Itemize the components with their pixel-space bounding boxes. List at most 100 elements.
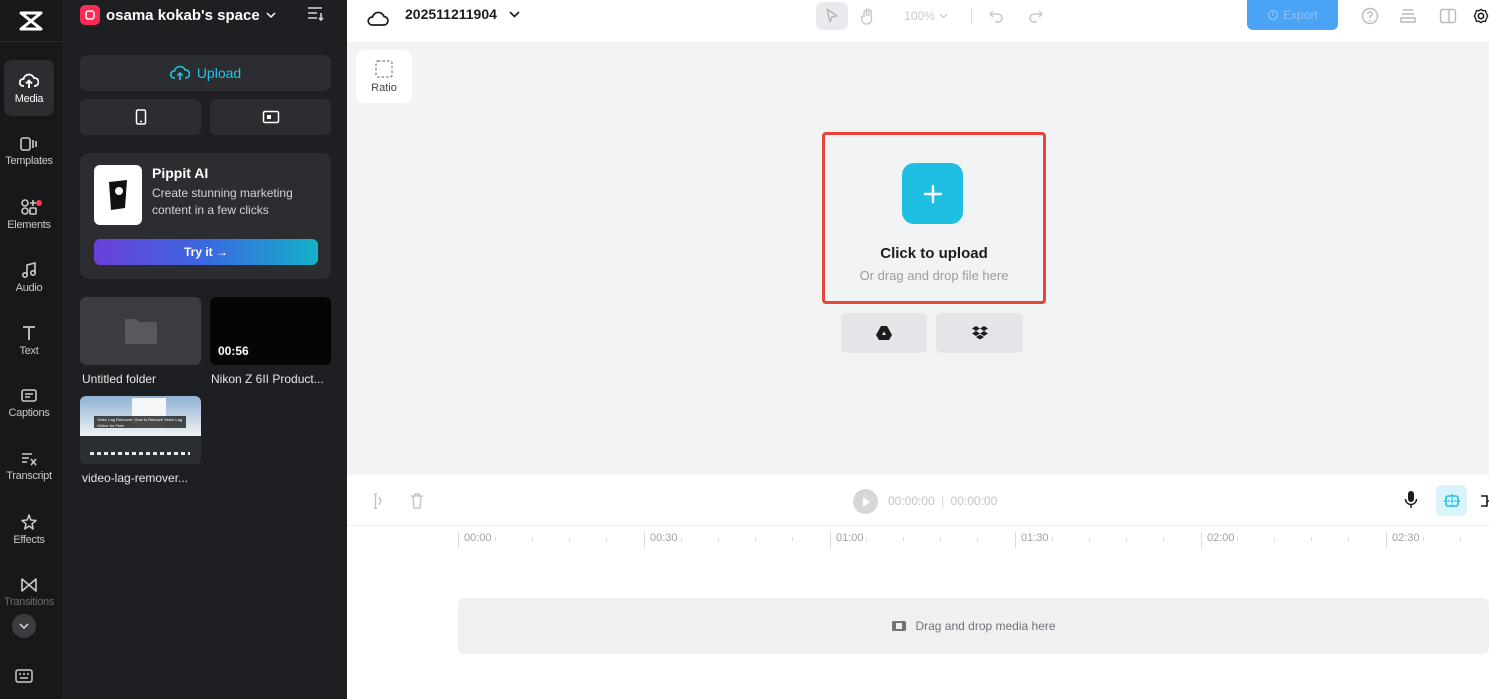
media-tile-video[interactable]: 00:56 [210,297,331,365]
dropbox-button[interactable] [936,313,1023,353]
more-tools-button[interactable] [12,614,36,638]
gear-icon [1473,8,1489,24]
ruler-label: 01:30 [1015,532,1049,548]
ruler-minor-tick [1162,537,1164,541]
space-switcher[interactable]: osama kokab's space [80,3,276,27]
stack-icon [1400,9,1416,23]
trash-icon [411,493,423,509]
layout-button[interactable] [1437,2,1459,30]
sidebar-item-transcript[interactable]: Transcript [4,438,54,494]
sidebar-item-label: Text [19,344,39,357]
upload-title: Click to upload [880,245,988,262]
ruler-minor-tick [1348,537,1350,541]
ruler-minor-tick [1459,537,1461,541]
undo-button[interactable] [985,2,1007,30]
sidebar-item-audio[interactable]: Audio [4,249,54,305]
hand-tool-button[interactable] [855,2,881,30]
promo-title: Pippit AI [152,165,209,181]
screen-record-icon [262,110,279,124]
ruler-minor-tick [680,537,682,541]
ruler-minor-tick [532,537,534,541]
toolbar-divider [971,8,972,24]
thumbnail-caption: Video Lag Remover: How to Remove Video L… [94,416,186,428]
transitions-icon [21,577,37,592]
media-panel: osama kokab's space Upload Pippit AI Cre… [62,0,347,699]
effects-icon [21,513,37,530]
chevron-down-icon [19,623,29,629]
ruler-minor-tick [1422,537,1424,541]
upload-dropzone[interactable]: Click to upload Or drag and drop file he… [822,132,1046,304]
split-icon [374,493,382,509]
ruler-minor-tick [717,537,719,541]
ruler-minor-tick [1274,537,1276,541]
keyboard-shortcuts-button[interactable] [14,668,34,689]
add-media-button[interactable] [902,163,963,224]
panel-menu-button[interactable] [306,5,326,28]
sidebar-item-text[interactable]: Text [4,312,54,368]
sidebar-item-effects[interactable]: Effects [4,501,54,557]
zoom-dropdown[interactable]: 100% [899,2,953,30]
link-clips-button[interactable] [1479,492,1489,515]
ruler-label: 02:30 [1386,532,1420,548]
timeline-drop-zone[interactable]: Drag and drop media here [458,598,1489,654]
sidebar-item-elements[interactable]: Elements [4,186,54,242]
settings-button[interactable] [1473,2,1489,30]
space-name: osama kokab's space [106,6,260,24]
ruler-minor-tick [791,537,793,541]
timecode: 00:00:00 | 00:00:00 [888,494,998,508]
timeline-toolbar: 00:00:00 | 00:00:00 [347,475,1489,526]
select-tool-button[interactable] [816,2,848,30]
sidebar-item-label: Audio [15,281,43,294]
export-button[interactable]: Export [1247,0,1338,30]
ruler-minor-tick [977,537,979,541]
music-note-icon [21,261,37,278]
zoom-level: 100% [904,9,935,23]
video-duration: 00:56 [218,344,249,358]
link-icon [1481,495,1489,507]
microphone-icon [1404,491,1418,508]
sidebar-item-media[interactable]: Media [4,60,54,116]
chevron-down-icon[interactable] [509,11,520,18]
split-button[interactable] [369,492,385,515]
sidebar-item-templates[interactable]: Templates [4,123,54,179]
ruler-minor-tick [866,537,868,541]
chevron-down-icon [939,13,948,19]
sidebar-item-label: Media [14,92,44,105]
layers-button[interactable] [1397,2,1419,30]
current-time: 00:00:00 [888,494,935,508]
text-icon [23,325,35,340]
cloud-upload-icon [169,65,190,80]
try-it-button[interactable]: Try it → [94,239,318,265]
ruler-minor-tick [1088,537,1090,541]
sidebar-item-captions[interactable]: Captions [4,375,54,431]
promo-description: Create stunning marketing content in a f… [152,186,293,217]
ruler-minor-tick [1237,537,1239,541]
upload-button[interactable]: Upload [80,55,331,91]
upload-from-phone-button[interactable] [80,99,201,135]
google-drive-button[interactable] [841,313,927,353]
canvas-area: Ratio Click to upload Or drag and drop f… [347,42,1489,475]
ruler-minor-tick [1051,537,1053,541]
delete-button[interactable] [409,492,425,515]
capcut-logo[interactable] [0,0,62,42]
media-name: video-lag-remover... [82,471,189,485]
media-tile-video[interactable]: Video Lag Remover: How to Remove Video L… [80,396,201,464]
record-voice-button[interactable] [1403,490,1419,515]
google-drive-icon [876,326,892,340]
project-name[interactable]: 202511211904 [405,6,497,22]
redo-icon [1029,10,1044,23]
folder-icon [125,319,157,344]
snap-icon [1443,493,1460,508]
cloud-icon[interactable] [367,5,389,33]
play-button[interactable] [853,489,878,514]
record-screen-button[interactable] [210,99,331,135]
sidebar-item-transitions[interactable]: Transitions [4,564,54,620]
hand-icon [860,8,873,25]
media-tile-folder[interactable] [80,297,201,365]
help-button[interactable] [1359,2,1381,30]
notification-dot [36,200,42,206]
ratio-button[interactable]: Ratio [356,50,412,103]
magnet-snap-button[interactable] [1436,485,1467,516]
timeline-panel: 00:00:00 | 00:00:00 00:00 00:30 01:00 01… [347,475,1489,699]
redo-button[interactable] [1025,2,1047,30]
